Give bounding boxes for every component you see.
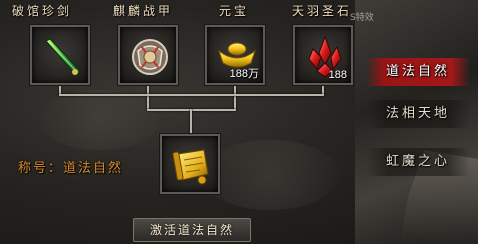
connector-line	[234, 86, 236, 110]
title-activation-panel: S特效 破馆珍剑 麒麟战甲 元宝 天羽圣石 188万 188 称号：道法自然 道…	[0, 0, 478, 244]
jade-sword-icon	[45, 38, 81, 76]
item-label-armor: 麒麟战甲	[113, 4, 174, 18]
connector-line	[59, 94, 324, 96]
item-slot-sword[interactable]	[29, 24, 91, 86]
item-label-crystal: 天羽圣石	[292, 4, 353, 18]
item-slot-armor[interactable]	[117, 24, 179, 86]
connector-line	[147, 86, 149, 110]
background-smudge	[40, 90, 160, 150]
item-count-crystal: 188	[328, 69, 347, 81]
effect-corner-text: S特效	[350, 13, 374, 23]
item-label-ingot: 元宝	[219, 4, 250, 18]
tab-hong-mo-zhi-xin[interactable]: 虹魔之心	[366, 148, 470, 176]
connector-line	[190, 109, 192, 134]
result-slot[interactable]	[159, 133, 221, 195]
golden-scroll-icon	[172, 149, 209, 185]
item-count-ingot: 188万	[229, 68, 259, 80]
item-slot-crystal[interactable]: 188	[292, 24, 354, 86]
tab-dao-fa-zi-ran[interactable]: 道法自然	[366, 58, 470, 86]
item-slot-ingot[interactable]: 188万	[204, 24, 266, 86]
background-smudge	[200, 140, 340, 210]
activate-button[interactable]: 激活道法自然	[133, 218, 251, 242]
item-label-sword: 破馆珍剑	[12, 4, 73, 18]
title-name-label: 称号：道法自然	[18, 161, 124, 176]
tab-fa-xiang-tian-di[interactable]: 法相天地	[366, 100, 470, 128]
qilin-armor-icon	[132, 39, 168, 75]
